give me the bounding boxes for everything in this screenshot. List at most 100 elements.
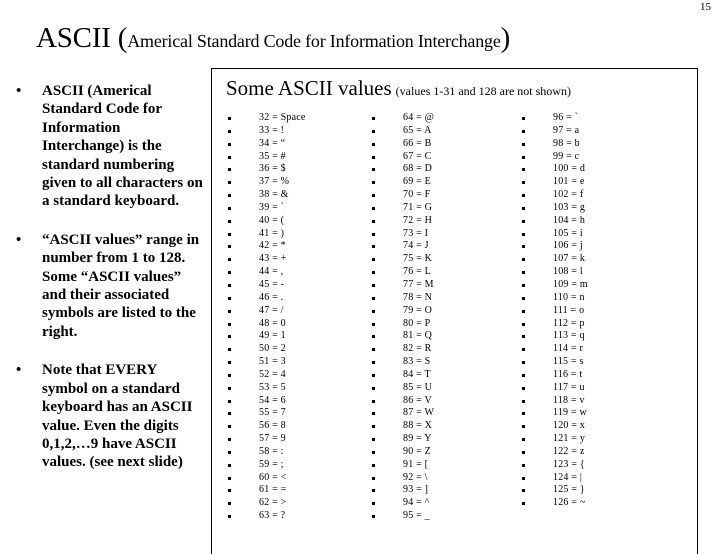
page-number: 15 — [700, 1, 711, 13]
square-bullet-icon — [228, 245, 231, 249]
ascii-row: 76 = L — [370, 266, 434, 279]
square-bullet-icon — [372, 361, 375, 365]
ascii-row-text: 36 = $ — [259, 163, 286, 175]
ascii-row-text: 81 = Q — [403, 330, 433, 342]
left-bullet-item: • ASCII (Americal Standard Code for Infor… — [8, 82, 204, 211]
square-bullet-icon — [372, 219, 375, 223]
square-bullet-icon — [228, 399, 231, 403]
ascii-row-text: 71 = G — [403, 201, 433, 213]
ascii-row: 61 = = — [226, 484, 306, 497]
ascii-row-text: 86 = V — [403, 394, 432, 406]
ascii-row-text: 98 = b — [553, 137, 580, 149]
square-bullet-icon — [228, 515, 231, 519]
ascii-row-text: 104 = h — [553, 214, 586, 226]
ascii-row-text: 59 = ; — [259, 458, 284, 470]
ascii-row-text: 97 = a — [553, 124, 580, 136]
ascii-row: 34 = “ — [226, 138, 306, 151]
ascii-row-text: 113 = q — [553, 330, 585, 342]
ascii-row: 116 = t — [520, 369, 588, 382]
ascii-row-text: 123 = { — [553, 458, 585, 470]
ascii-row-text: 52 = 4 — [259, 368, 286, 380]
square-bullet-icon — [522, 283, 525, 287]
square-bullet-icon — [522, 373, 525, 377]
ascii-row: 110 = n — [520, 292, 588, 305]
ascii-row: 100 = d — [520, 163, 588, 176]
square-bullet-icon — [372, 438, 375, 442]
square-bullet-icon — [372, 348, 375, 352]
ascii-row-text: 64 = @ — [403, 112, 435, 123]
ascii-row-text: 44 = , — [259, 266, 284, 278]
ascii-row: 44 = , — [226, 266, 306, 279]
ascii-row-text: 108 = l — [553, 266, 583, 278]
square-bullet-icon — [228, 117, 231, 120]
square-bullet-icon — [228, 373, 231, 377]
square-bullet-icon — [228, 361, 231, 365]
square-bullet-icon — [228, 489, 231, 493]
ascii-row: 69 = E — [370, 176, 434, 189]
ascii-row-text: 55 = 7 — [259, 407, 286, 419]
square-bullet-icon — [522, 386, 525, 390]
square-bullet-icon — [522, 335, 525, 339]
ascii-row: 111 = o — [520, 305, 588, 318]
ascii-row: 80 = P — [370, 318, 434, 331]
ascii-row: 120 = x — [520, 420, 588, 433]
ascii-row-text: 102 = f — [553, 189, 584, 201]
ascii-row-text: 45 = - — [259, 278, 285, 290]
page-title-main: ASCII — [36, 22, 118, 54]
ascii-row-text: 85 = U — [403, 381, 433, 393]
ascii-row-text: 75 = K — [403, 253, 433, 265]
ascii-row-text: 63 = ? — [259, 510, 286, 522]
ascii-row: 97 = a — [520, 125, 588, 138]
left-bullet-text: “ASCII values” range in number from 1 to… — [42, 231, 200, 340]
square-bullet-icon — [372, 142, 375, 146]
ascii-row-text: 110 = n — [553, 291, 585, 303]
ascii-row: 117 = u — [520, 382, 588, 395]
ascii-row: 48 = 0 — [226, 318, 306, 331]
ascii-column-3: 96 = ` 97 = a 98 = b 99 = c 100 = d 101 = e 10… — [520, 112, 588, 510]
square-bullet-icon — [522, 361, 525, 365]
square-bullet-icon — [372, 232, 375, 236]
left-bullet-item: • Note that EVERY symbol on a standard ke… — [8, 361, 204, 471]
square-bullet-icon — [372, 181, 375, 185]
ascii-row: 109 = m — [520, 279, 588, 292]
square-bullet-icon — [522, 129, 525, 133]
ascii-row: 105 = i — [520, 228, 588, 241]
ascii-row: 51 = 3 — [226, 356, 306, 369]
ascii-row: 81 = Q — [370, 330, 434, 343]
ascii-row-text: 126 = ~ — [553, 497, 586, 509]
ascii-column-2: 64 = @65 = A 66 = B 67 = C 68 = D 69 = E 70 =… — [370, 112, 434, 523]
ascii-row-text: 50 = 2 — [259, 343, 286, 355]
ascii-row-text: 106 = j — [553, 240, 583, 252]
ascii-row: 99 = c — [520, 151, 588, 164]
square-bullet-icon — [522, 399, 525, 403]
square-bullet-icon — [372, 271, 375, 275]
square-bullet-icon — [228, 219, 231, 223]
ascii-row: 106 = j — [520, 240, 588, 253]
ascii-row-text: 62 = > — [259, 497, 287, 509]
ascii-row-text: 49 = 1 — [259, 330, 286, 342]
square-bullet-icon — [522, 271, 525, 275]
bullet-marker-icon: • — [16, 362, 22, 379]
ascii-row-text: 72 = H — [403, 214, 433, 226]
square-bullet-icon — [522, 463, 525, 467]
square-bullet-icon — [522, 219, 525, 223]
square-bullet-icon — [372, 117, 375, 120]
ascii-row: 43 = + — [226, 253, 306, 266]
square-bullet-icon — [372, 489, 375, 493]
ascii-row-text: 46 = . — [259, 291, 284, 303]
ascii-row-text: 76 = L — [403, 266, 431, 278]
ascii-row: 45 = - — [226, 279, 306, 292]
ascii-row-text: 105 = i — [553, 227, 583, 239]
ascii-row-text: 119 = w — [553, 407, 587, 419]
ascii-row: 66 = B — [370, 138, 434, 151]
page-title-subtitle: Americal Standard Code for Information I… — [127, 31, 501, 51]
square-bullet-icon — [228, 206, 231, 210]
ascii-row-text: 66 = B — [403, 137, 432, 149]
ascii-row-text: 35 = # — [259, 150, 286, 162]
ascii-row: 35 = # — [226, 151, 306, 164]
square-bullet-icon — [372, 386, 375, 390]
square-bullet-icon — [522, 322, 525, 326]
ascii-row: 57 = 9 — [226, 433, 306, 446]
square-bullet-icon — [522, 309, 525, 313]
ascii-row-text: 73 = I — [403, 227, 429, 239]
